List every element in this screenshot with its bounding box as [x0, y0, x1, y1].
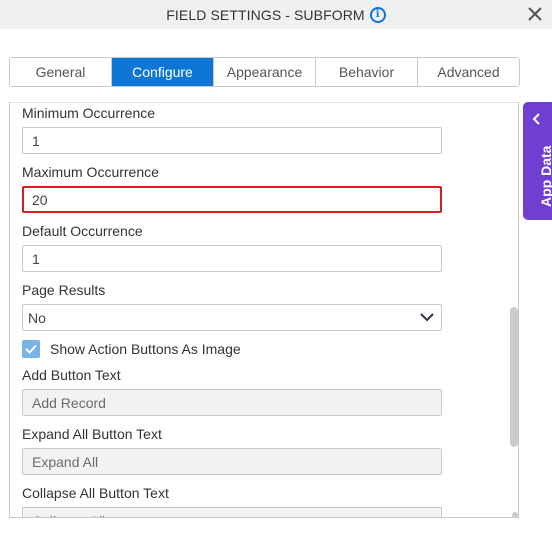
add-button-text-label: Add Button Text	[22, 367, 121, 383]
tab-general[interactable]: General	[10, 58, 112, 86]
minimum-occurrence-input[interactable]: 1	[22, 127, 442, 154]
info-circle-icon[interactable]: i	[369, 6, 386, 23]
maximum-occurrence-label: Maximum Occurrence	[22, 164, 159, 180]
tab-behavior[interactable]: Behavior	[316, 58, 418, 86]
configure-panel: Minimum Occurrence 1 Maximum Occurrence …	[9, 102, 519, 518]
show-action-buttons-label: Show Action Buttons As Image	[50, 341, 241, 357]
minimum-occurrence-label: Minimum Occurrence	[22, 105, 156, 121]
settings-tabs: General Configure Appearance Behavior Ad…	[9, 57, 520, 87]
collapse-all-button-text-input[interactable]: Collapse All	[22, 507, 442, 517]
page-results-select[interactable]: No	[22, 304, 442, 331]
page-results-value: No	[28, 309, 46, 326]
app-data-toggle[interactable]: App Data	[523, 102, 552, 220]
chevron-left-icon	[532, 113, 540, 125]
expand-all-button-text-label: Expand All Button Text	[22, 426, 162, 442]
expand-all-button-text-input[interactable]: Expand All	[22, 448, 442, 475]
tab-appearance[interactable]: Appearance	[214, 58, 316, 86]
checkmark-icon	[25, 344, 37, 354]
default-occurrence-input[interactable]: 1	[22, 245, 442, 272]
page-results-label: Page Results	[22, 282, 106, 298]
show-action-buttons-checkbox[interactable]	[22, 340, 40, 358]
maximum-occurrence-input[interactable]: 20	[22, 186, 442, 213]
panel-scrollbar[interactable]	[510, 307, 518, 447]
close-icon[interactable]	[527, 5, 543, 23]
dialog-title: FIELD SETTINGS - SUBFORM	[166, 6, 365, 23]
tab-configure[interactable]: Configure	[112, 58, 214, 86]
dialog-header: FIELD SETTINGS - SUBFORM i	[0, 0, 552, 29]
collapse-all-button-text-label: Collapse All Button Text	[22, 485, 169, 501]
add-button-text-input[interactable]: Add Record	[22, 389, 442, 416]
scrollbar-end	[512, 512, 518, 517]
app-data-label: App Data	[538, 145, 552, 207]
tab-advanced[interactable]: Advanced	[418, 58, 519, 86]
default-occurrence-label: Default Occurrence	[22, 223, 143, 239]
chevron-down-icon	[420, 313, 434, 322]
